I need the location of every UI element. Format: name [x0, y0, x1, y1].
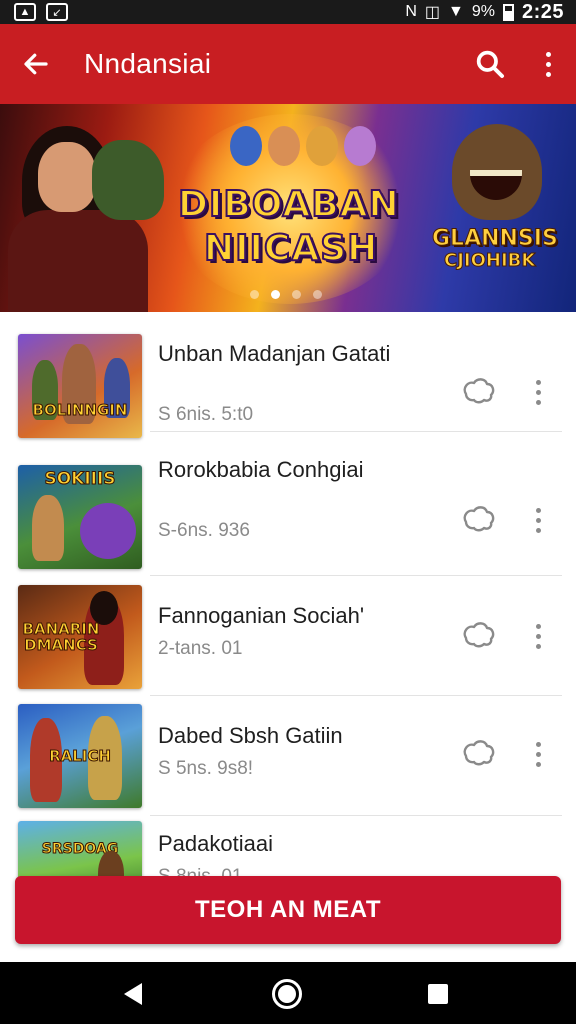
thumbnail-title: SRSDOAG: [41, 841, 119, 858]
status-bar: ▲ ↙ N ◫ ▼ 9% 2:25: [0, 0, 576, 24]
page-title: Nndansiai: [84, 48, 212, 79]
list-item[interactable]: SOKIIIS Rorokbabia Conhgiai S-6ns. 936: [0, 456, 576, 576]
system-nav-bar: [0, 962, 576, 1024]
thumbnail-title: BANARIN DMANCS: [22, 620, 100, 654]
game-meta: S 5ns. 9s8!: [158, 758, 254, 779]
chat-bubble-icon: [463, 506, 495, 532]
pager-dot[interactable]: [313, 290, 322, 299]
thumbnail-title: BOLINNGIN: [32, 401, 128, 419]
nav-recents-icon[interactable]: [428, 984, 448, 1004]
item-more-button[interactable]: [526, 734, 550, 774]
chat-bubble-icon: [463, 378, 495, 404]
nfc-icon: N: [405, 3, 417, 20]
favorite-button[interactable]: [458, 372, 498, 412]
game-meta: S 6nis. 5:t0: [158, 404, 254, 425]
chat-bubble-icon: [463, 740, 495, 766]
pager-dot-active[interactable]: [271, 290, 280, 299]
item-more-button[interactable]: [526, 500, 550, 540]
pager-dot[interactable]: [292, 290, 301, 299]
overflow-menu-button[interactable]: [520, 24, 576, 104]
game-title: Dabed Sbsh Gatiin: [158, 723, 343, 748]
arrow-left-icon: [24, 53, 48, 75]
game-list: BOLINNGIN Unban Madanjan Gatati S 6nis. …: [0, 312, 576, 962]
battery-percent: 9%: [471, 3, 495, 20]
banner-logo-line2: NIICASH: [203, 227, 379, 270]
primary-action-button[interactable]: TEOH AN MEAT: [15, 876, 561, 944]
chat-bubble-icon: [463, 622, 495, 648]
item-more-button[interactable]: [526, 372, 550, 412]
pager-dot[interactable]: [250, 290, 259, 299]
more-vert-icon: [535, 507, 541, 533]
game-meta: 2-tans. 01: [158, 638, 243, 659]
nav-back-icon[interactable]: [118, 978, 150, 1010]
search-icon: [476, 50, 504, 78]
game-title: Rorokbabia Conhgiai: [158, 457, 364, 482]
search-button[interactable]: [460, 24, 520, 104]
banner-logo-line1: DIBOABAN: [177, 183, 400, 226]
game-title: Padakotiaai: [158, 831, 273, 856]
app-bar: Nndansiai: [0, 24, 576, 104]
gallery-icon: ▲: [14, 3, 36, 21]
character-group-image: [230, 126, 376, 166]
game-thumbnail: BANARIN DMANCS: [18, 585, 142, 689]
nav-home-icon[interactable]: [272, 979, 302, 1009]
back-button[interactable]: [0, 24, 72, 104]
more-vert-icon: [535, 623, 541, 649]
more-vert-icon: [535, 741, 541, 767]
game-title: Fannoganian Sociah': [158, 603, 365, 628]
thumbnail-title: SOKIIIS: [44, 469, 116, 489]
favorite-button[interactable]: [458, 500, 498, 540]
wifi-icon: ▼: [448, 3, 464, 20]
hero-warrior-image: [8, 122, 178, 312]
list-item[interactable]: RALICH Dabed Sbsh Gatiin S 5ns. 9s8!: [0, 696, 576, 816]
thumbnail-title: RALICH: [49, 747, 112, 765]
more-vert-icon: [535, 379, 541, 405]
game-title: Unban Madanjan Gatati: [158, 341, 391, 366]
banner-side-logo-line1: GLANNSIS: [432, 226, 559, 252]
vibrate-icon: ◫: [424, 4, 440, 21]
featured-banner[interactable]: DIBOABAN NIICASH GLANNSIS CJIOHIBK: [0, 104, 576, 312]
banner-side-logo-line2: CJIOHIBK: [443, 250, 536, 272]
battery-icon: [502, 3, 514, 21]
banner-pager[interactable]: [250, 290, 322, 299]
game-thumbnail: SOKIIIS: [18, 465, 142, 569]
more-vert-icon: [545, 51, 551, 77]
game-meta: S-6ns. 936: [158, 520, 250, 541]
favorite-button[interactable]: [458, 616, 498, 656]
download-icon: ↙: [46, 3, 68, 21]
favorite-button[interactable]: [458, 734, 498, 774]
game-thumbnail: RALICH: [18, 704, 142, 808]
list-item[interactable]: BOLINNGIN Unban Madanjan Gatati S 6nis. …: [0, 312, 576, 438]
game-thumbnail: BOLINNGIN: [18, 334, 142, 438]
clock: 2:25: [521, 0, 564, 23]
list-item[interactable]: BANARIN DMANCS Fannoganian Sociah' 2-tan…: [0, 576, 576, 696]
item-more-button[interactable]: [526, 616, 550, 656]
